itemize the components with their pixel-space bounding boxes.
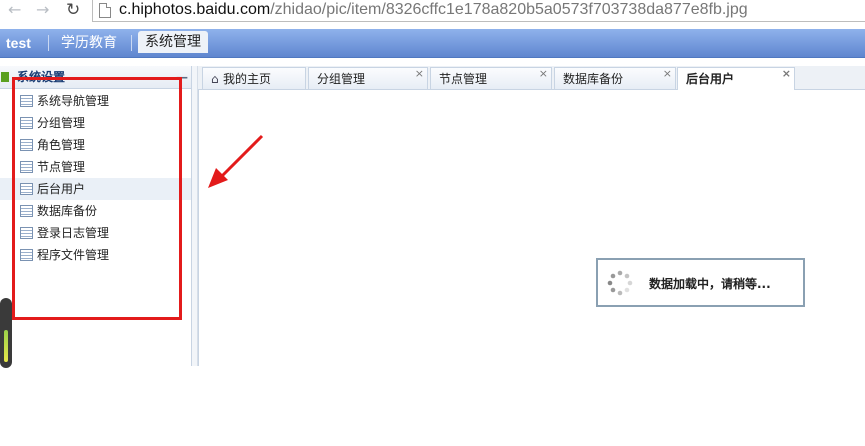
tab-home[interactable]: ⌂ 我的主页 bbox=[202, 67, 306, 89]
spinner-icon bbox=[607, 270, 633, 296]
tab-content bbox=[198, 90, 865, 366]
close-icon[interactable]: × bbox=[415, 63, 424, 85]
nav-system-management[interactable]: 系统管理 bbox=[138, 31, 208, 53]
close-icon[interactable]: × bbox=[782, 63, 791, 85]
tab-admin-users[interactable]: 后台用户 × bbox=[677, 67, 795, 90]
forward-icon[interactable]: → bbox=[36, 0, 49, 20]
home-icon: ⌂ bbox=[211, 72, 219, 86]
tab-db-backup[interactable]: 数据库备份 × bbox=[554, 67, 676, 89]
tab-label: 我的主页 bbox=[223, 72, 272, 86]
back-icon[interactable]: ← bbox=[8, 0, 21, 20]
loading-text: 数据加载中，请稍等... bbox=[649, 277, 771, 291]
tab-label: 后台用户 bbox=[686, 72, 735, 86]
url-host: c.hiphotos.baidu.com bbox=[119, 1, 271, 18]
loading-dialog: 数据加载中，请稍等... bbox=[596, 258, 805, 307]
page-icon bbox=[99, 3, 111, 18]
tab-label: 数据库备份 bbox=[563, 72, 624, 86]
tab-bar: ⌂ 我的主页 分组管理 × 节点管理 × 数据库备份 × 后台用户 × bbox=[198, 66, 865, 90]
scroll-widget[interactable] bbox=[0, 298, 12, 368]
close-icon[interactable]: × bbox=[663, 63, 672, 85]
tree-icon bbox=[1, 72, 9, 82]
close-icon[interactable]: × bbox=[539, 63, 548, 85]
browser-toolbar: ← → ↻ c.hiphotos.baidu.com/zhidao/pic/it… bbox=[0, 0, 865, 22]
app-header: test 学历教育 系统管理 bbox=[0, 29, 865, 58]
brand-label[interactable]: test bbox=[6, 29, 31, 57]
nav-education[interactable]: 学历教育 bbox=[61, 29, 117, 57]
tab-label: 分组管理 bbox=[317, 72, 366, 86]
reload-icon[interactable]: ↻ bbox=[66, 0, 80, 20]
annotation-highlight-box bbox=[12, 77, 182, 320]
header-divider bbox=[48, 35, 49, 51]
header-divider bbox=[131, 35, 132, 51]
tab-label: 节点管理 bbox=[439, 72, 488, 86]
tab-groups[interactable]: 分组管理 × bbox=[308, 67, 428, 89]
annotation-arrow-icon bbox=[208, 134, 264, 188]
url-path: /zhidao/pic/item/8326cffc1e178a820b5a057… bbox=[270, 1, 748, 18]
tab-nodes[interactable]: 节点管理 × bbox=[430, 67, 552, 89]
scroll-thumb[interactable] bbox=[4, 330, 8, 362]
address-bar[interactable]: c.hiphotos.baidu.com/zhidao/pic/item/832… bbox=[92, 0, 865, 22]
